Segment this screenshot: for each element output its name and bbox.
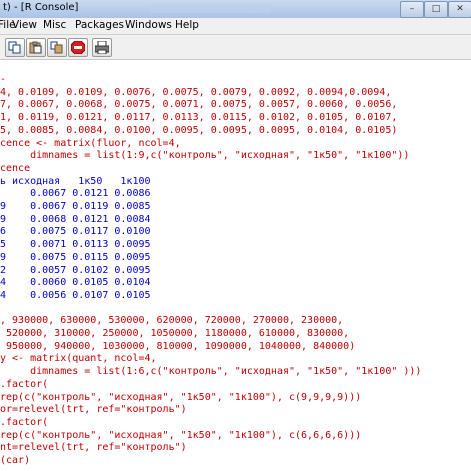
console-line: dimnames = list(1:6,c("контроль", "исход…	[0, 366, 422, 378]
console-line: 6 0.0075 0.0117 0.0100	[0, 226, 151, 238]
console-line: dimnames = list(1:9,c("контроль", "исход…	[0, 150, 410, 162]
toolbar	[0, 35, 471, 60]
menu-windows[interactable]: Windows	[125, 19, 172, 31]
close-button[interactable]: ✕	[448, 1, 471, 18]
console-line: rep(c("контроль", "исходная", "1к50", "1…	[0, 391, 362, 403]
console-line: 520000, 310000, 250000, 1050000, 1180000…	[0, 328, 350, 339]
console-line: 950000, 940000, 1030000, 810000, 1090000…	[0, 340, 356, 352]
minimize-button[interactable]: –	[400, 1, 424, 18]
menu-view[interactable]: View	[12, 19, 37, 31]
console-line: .factor(	[0, 416, 49, 428]
console-line: 2 0.0057 0.0102 0.0095	[0, 264, 151, 276]
copy-button[interactable]	[5, 38, 25, 57]
window-title: t) - [R Console]	[3, 2, 79, 13]
console-line: -	[0, 74, 7, 85]
console-line: cence	[0, 162, 31, 174]
console-output[interactable]: -4, 0.0109, 0.0109, 0.0076, 0.0075, 0.00…	[0, 60, 471, 471]
console-line: y <- matrix(quant, ncol=4,	[0, 353, 157, 365]
paste-button[interactable]	[26, 38, 46, 57]
console-line: 9 0.0075 0.0115 0.0095	[0, 251, 151, 263]
menu-bar: File View Misc Packages Windows Help	[0, 18, 471, 35]
copy-paste-button[interactable]	[47, 38, 67, 57]
print-icon	[95, 41, 109, 54]
stop-icon	[71, 41, 85, 54]
menu-help[interactable]: Help	[175, 19, 199, 31]
copy-paste-icon	[50, 41, 63, 54]
console-line: 9 0.0067 0.0119 0.0085	[0, 201, 151, 212]
console-line: nt=relevel(trt, ref="контроль")	[0, 442, 187, 454]
console-line: 1, 0.0119, 0.0121, 0.0117, 0.0113, 0.011…	[0, 112, 398, 124]
print-button[interactable]	[92, 38, 112, 57]
maximize-button[interactable]: □	[424, 1, 448, 18]
console-line: 4 0.0056 0.0107 0.0105	[0, 289, 151, 301]
menu-packages[interactable]: Packages	[75, 19, 124, 31]
console-line: 7, 0.0067, 0.0068, 0.0075, 0.0071, 0.007…	[0, 99, 398, 111]
title-bar-shadow	[150, 4, 270, 13]
console-line: 4 0.0060 0.0105 0.0104	[0, 277, 151, 289]
console-line: , 930000, 630000, 530000, 620000, 720000…	[0, 315, 344, 327]
console-line: (car)	[0, 455, 31, 466]
console-line: 4, 0.0109, 0.0109, 0.0076, 0.0075, 0.007…	[0, 86, 392, 98]
console-line: rep(c("контроль", "исходная", "1к50", "1…	[0, 429, 362, 441]
console-line: 0.0067 0.0121 0.0086	[0, 188, 151, 200]
copy-icon	[8, 41, 21, 54]
stop-button[interactable]	[68, 38, 88, 57]
paste-icon	[29, 41, 42, 54]
console-line: 5 0.0071 0.0113 0.0095	[0, 239, 151, 251]
console-line: ь исходная 1к50 1к100	[0, 175, 151, 187]
console-line: cence <- matrix(fluor, ncol=4,	[0, 137, 181, 149]
console-line: .factor(	[0, 378, 49, 390]
menu-misc[interactable]: Misc	[43, 19, 66, 31]
title-bar: t) - [R Console] – □ ✕	[0, 0, 471, 19]
console-line: 9 0.0068 0.0121 0.0084	[0, 213, 151, 225]
console-line: 5, 0.0085, 0.0084, 0.0100, 0.0095, 0.009…	[0, 124, 398, 136]
console-line: or=relevel(trt, ref="контроль")	[0, 404, 187, 416]
